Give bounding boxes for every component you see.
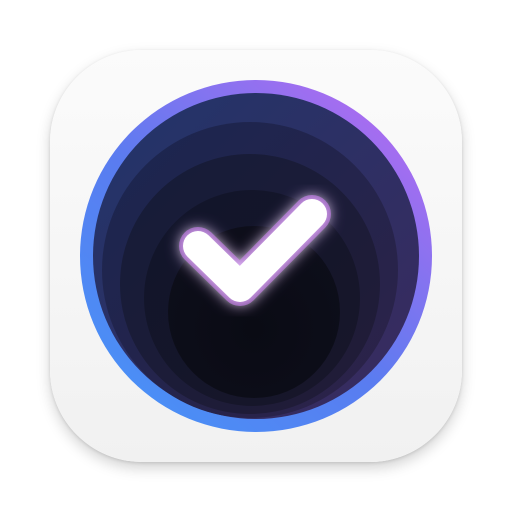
app-icon-canvas bbox=[0, 0, 512, 512]
app-icon-artwork bbox=[80, 80, 432, 432]
